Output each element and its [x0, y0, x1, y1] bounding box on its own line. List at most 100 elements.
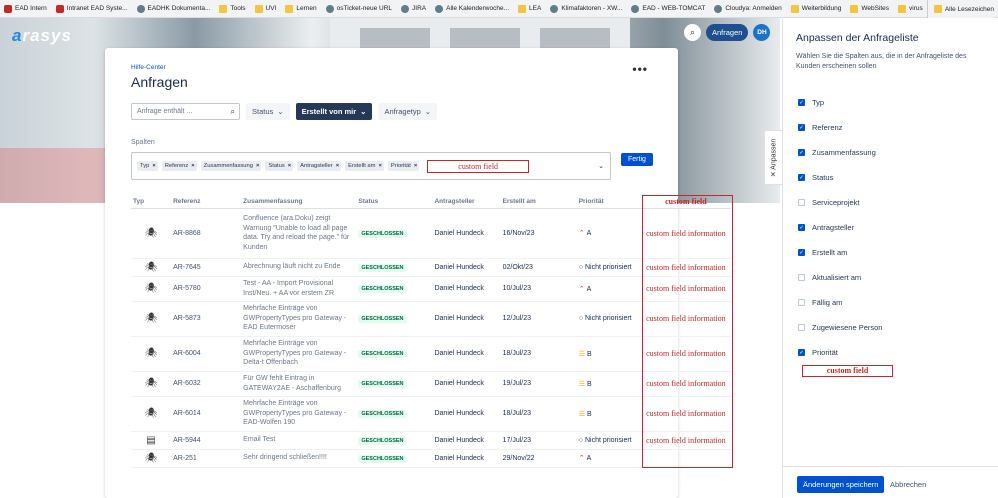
column-option[interactable]: ✓Priorität [798, 340, 882, 365]
request-summary[interactable]: Mehrfache Einträge von GWPropertyTypes p… [241, 396, 356, 431]
column-chip[interactable]: Typ× [137, 161, 158, 171]
request-summary[interactable]: Confluence (ara.Doku) zeigt Warnung "Una… [241, 208, 356, 258]
column-header[interactable]: Antragsteller [432, 195, 500, 208]
request-summary[interactable]: Mehrfache Einträge von GWPropertyTypes p… [241, 301, 356, 336]
requests-button[interactable]: Anfragen [706, 24, 748, 41]
bookmark-item[interactable]: Lernen [285, 5, 316, 13]
column-option[interactable]: Aktualisiert am [798, 265, 882, 290]
table-row[interactable]: 🕷AR-7645Abrechnung läuft nicht zu EndeGE… [131, 258, 731, 276]
save-changes-button[interactable]: Änderungen speichern [797, 476, 884, 493]
checkbox-unchecked-icon[interactable] [798, 324, 805, 331]
request-reference[interactable]: AR-6032 [171, 371, 241, 396]
column-header[interactable]: Referenz [171, 195, 241, 208]
request-summary[interactable]: Test - AA - Import Provisional Inst/Neu.… [241, 276, 356, 301]
column-option[interactable]: ✓Zusammenfassung [798, 140, 882, 165]
bookmark-item[interactable]: Alle Kalenderwoche... [435, 5, 509, 13]
column-option[interactable]: ✓Referenz [798, 115, 882, 140]
bookmark-item[interactable]: EAD - WEB-TOMCAT [631, 5, 705, 13]
bookmark-item[interactable]: LEA [518, 5, 541, 13]
breadcrumb[interactable]: Hilfe-Center [131, 64, 166, 71]
more-options-icon[interactable]: ••• [632, 62, 648, 76]
bookmark-item[interactable]: Tools [219, 5, 245, 13]
column-option[interactable]: ✓Antragsteller [798, 215, 882, 240]
request-reference[interactable]: AR-5780 [171, 276, 241, 301]
request-reference[interactable]: AR-8868 [171, 208, 241, 258]
checkbox-checked-icon[interactable]: ✓ [798, 124, 805, 131]
request-reference[interactable]: AR-6004 [171, 336, 241, 371]
request-reference[interactable]: AR-251 [171, 449, 241, 467]
remove-chip-icon[interactable]: × [152, 163, 155, 169]
search-icon[interactable]: ⌕ [684, 24, 701, 41]
close-icon[interactable]: ✕ [771, 169, 778, 176]
request-summary[interactable]: Mehrfache Einträge von GWPropertyTypes p… [241, 336, 356, 371]
remove-chip-icon[interactable]: × [414, 163, 417, 169]
bookmark-item[interactable]: UVI [255, 5, 277, 13]
remove-chip-icon[interactable]: × [336, 163, 339, 169]
chevron-down-icon[interactable]: ⌄ [598, 162, 604, 170]
column-option[interactable]: Zugewiesene Person [798, 315, 882, 340]
customize-tab[interactable]: ✕ Anpassen [764, 130, 782, 185]
column-header[interactable]: Erstellt am [501, 195, 577, 208]
table-row[interactable]: 🕷AR-6004Mehrfache Einträge von GWPropert… [131, 336, 731, 371]
column-chip[interactable]: Antragsteller× [297, 161, 341, 171]
request-summary[interactable]: Für GW fehlt Eintrag in GATEWAY2AE - Asc… [241, 371, 356, 396]
bookmark-item[interactable]: Weiterbildung [791, 5, 842, 13]
column-chip[interactable]: Erstellt am× [345, 161, 384, 171]
checkbox-checked-icon[interactable]: ✓ [798, 224, 805, 231]
search-input[interactable]: Anfrage enthält ...⌕ [131, 103, 240, 120]
checkbox-checked-icon[interactable]: ✓ [798, 99, 805, 106]
request-summary[interactable]: Sehr dringend schließen!!!! [241, 449, 356, 467]
column-header[interactable]: Typ [131, 195, 171, 208]
checkbox-checked-icon[interactable]: ✓ [798, 174, 805, 181]
column-header[interactable]: Priorität [577, 195, 641, 208]
bookmark-item[interactable]: JIRA [401, 5, 426, 13]
column-option[interactable]: Serviceprojekt [798, 190, 882, 215]
arasys-logo[interactable]: arasys [12, 26, 72, 46]
column-option[interactable]: ✓Status [798, 165, 882, 190]
avatar[interactable]: DH [753, 24, 770, 41]
column-chip[interactable]: Zusammenfassung× [201, 161, 262, 171]
table-row[interactable]: ▤AR-5944Email TestGESCHLOSSENDaniel Hund… [131, 431, 731, 449]
table-row[interactable]: 🕷AR-8868Confluence (ara.Doku) zeigt Warn… [131, 208, 731, 258]
remove-chip-icon[interactable]: × [191, 163, 194, 169]
request-type-filter[interactable]: Anfragetyp⌄ [378, 103, 437, 120]
checkbox-unchecked-icon[interactable] [798, 299, 805, 306]
request-summary[interactable]: Email Test [241, 431, 356, 449]
table-row[interactable]: 🕷AR-6032Für GW fehlt Eintrag in GATEWAY2… [131, 371, 731, 396]
column-chip[interactable]: Status× [265, 161, 293, 171]
column-option[interactable]: ✓Erstellt am [798, 240, 882, 265]
columns-select[interactable]: Typ× Referenz× Zusammenfassung×Status× Antr… [131, 152, 611, 180]
bookmark-item[interactable]: Intranet EAD Syste... [56, 5, 128, 13]
remove-chip-icon[interactable]: × [288, 163, 291, 169]
bookmark-item[interactable]: EAD Intern [4, 5, 47, 13]
request-summary[interactable]: Abrechnung läuft nicht zu Ende [241, 258, 356, 276]
table-row[interactable]: 🕷AR-251Sehr dringend schließen!!!!GESCHL… [131, 449, 731, 467]
created-by-filter[interactable]: Erstellt von mir⌄ [296, 103, 373, 120]
status-filter[interactable]: Status⌄ [246, 103, 290, 120]
column-option[interactable]: ✓Typ [798, 90, 882, 115]
checkbox-checked-icon[interactable]: ✓ [798, 349, 805, 356]
bookmark-item[interactable]: EADHK Dokumenta... [137, 5, 211, 13]
request-reference[interactable]: AR-5944 [171, 431, 241, 449]
bookmark-item[interactable]: virus [898, 5, 923, 13]
bookmark-item[interactable]: WebSites [850, 5, 889, 13]
cancel-button[interactable]: Abbrechen [890, 480, 926, 489]
all-bookmarks-button[interactable]: Alle Lesezeichen [927, 0, 994, 18]
column-chip[interactable]: Referenz× [162, 161, 197, 171]
checkbox-unchecked-icon[interactable] [798, 274, 805, 281]
bookmark-item[interactable]: Cloudya: Anmelden [714, 5, 781, 13]
request-reference[interactable]: AR-6014 [171, 396, 241, 431]
checkbox-unchecked-icon[interactable] [798, 199, 805, 206]
column-option[interactable]: Fällig am [798, 290, 882, 315]
request-reference[interactable]: AR-5873 [171, 301, 241, 336]
table-row[interactable]: 🕷AR-5873Mehrfache Einträge von GWPropert… [131, 301, 731, 336]
table-row[interactable]: 🕷AR-6014Mehrfache Einträge von GWPropert… [131, 396, 731, 431]
bookmark-item[interactable]: osTicket-neue URL [326, 5, 392, 13]
remove-chip-icon[interactable]: × [379, 163, 382, 169]
column-chip[interactable]: Priorität× [388, 161, 419, 171]
bookmark-item[interactable]: Klimafaktoren - XW... [550, 5, 622, 13]
column-header[interactable]: Status [356, 195, 432, 208]
remove-chip-icon[interactable]: × [256, 163, 259, 169]
column-header[interactable]: Zusammenfassung [241, 195, 356, 208]
request-reference[interactable]: AR-7645 [171, 258, 241, 276]
